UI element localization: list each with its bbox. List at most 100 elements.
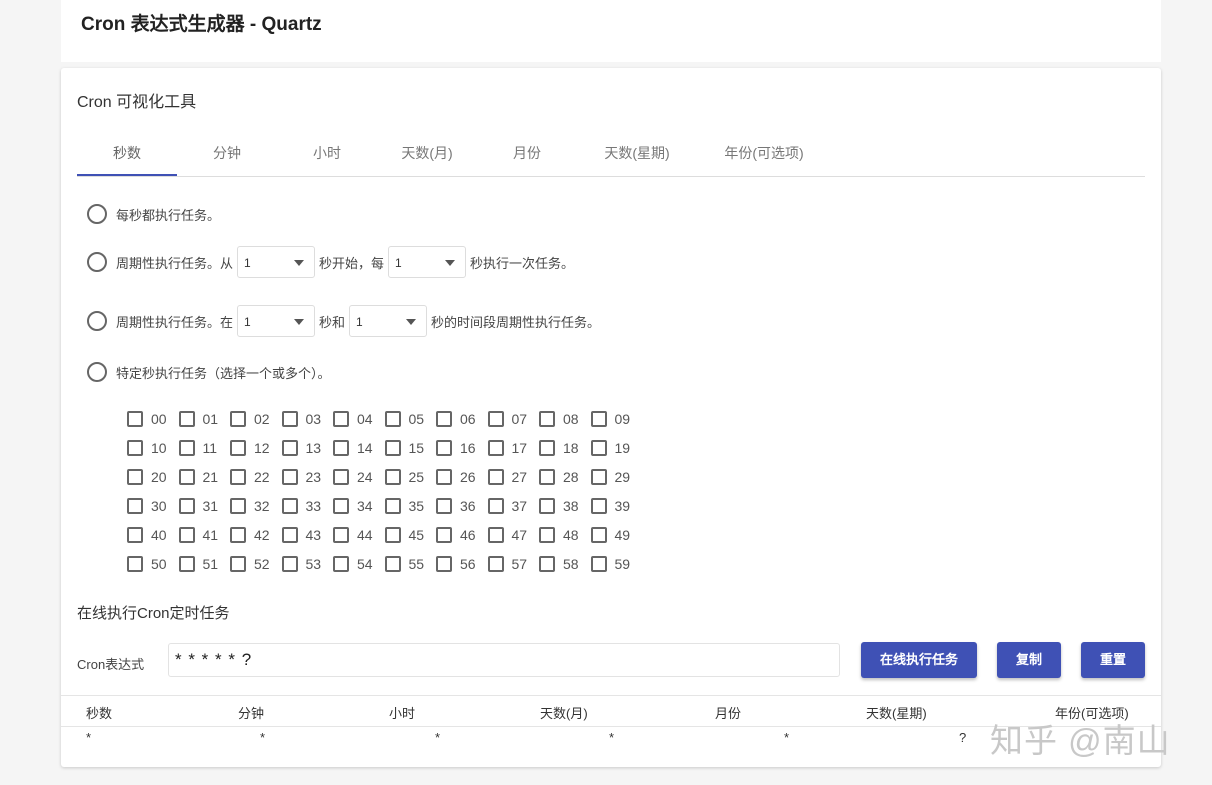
copy-button[interactable]: 复制: [997, 642, 1061, 678]
checkbox-square[interactable]: [333, 497, 349, 514]
second-checkbox-item[interactable]: 19: [590, 439, 643, 456]
checkbox-square[interactable]: [384, 439, 401, 456]
checkbox-square[interactable]: [333, 526, 349, 543]
second-checkbox-item[interactable]: 49: [590, 526, 643, 543]
second-checkbox-item[interactable]: 31: [178, 497, 231, 514]
second-checkbox-item[interactable]: 44: [333, 526, 385, 543]
cron-expression-input[interactable]: * * * * * ?: [168, 643, 840, 677]
checkbox-square[interactable]: [230, 497, 246, 514]
second-checkbox-item[interactable]: 13: [281, 439, 334, 456]
checkbox-square[interactable]: [539, 439, 555, 456]
cycle-interval-select[interactable]: 1: [388, 246, 467, 278]
second-checkbox-item[interactable]: 07: [487, 410, 540, 427]
checkbox-square[interactable]: [178, 468, 195, 485]
second-checkbox-item[interactable]: 20: [127, 468, 179, 485]
checkbox-square[interactable]: [178, 439, 195, 456]
checkbox-square[interactable]: [487, 526, 504, 543]
checkbox-square[interactable]: [590, 410, 607, 427]
second-checkbox-item[interactable]: 02: [230, 410, 282, 427]
checkbox-square[interactable]: [281, 468, 298, 485]
second-checkbox-item[interactable]: 38: [539, 497, 591, 514]
second-checkbox-item[interactable]: 04: [333, 410, 385, 427]
second-checkbox-item[interactable]: 10: [127, 439, 179, 456]
second-checkbox-item[interactable]: 59: [590, 555, 643, 572]
range-radio[interactable]: [87, 311, 107, 331]
tab-month[interactable]: 月份: [477, 134, 577, 176]
second-checkbox-item[interactable]: 46: [436, 526, 488, 543]
second-checkbox-item[interactable]: 01: [178, 410, 231, 427]
checkbox-square[interactable]: [384, 555, 401, 572]
cycle-radio[interactable]: [87, 252, 107, 272]
second-checkbox-item[interactable]: 24: [333, 468, 385, 485]
second-checkbox-item[interactable]: 28: [539, 468, 591, 485]
checkbox-square[interactable]: [333, 555, 349, 572]
checkbox-square[interactable]: [539, 497, 555, 514]
checkbox-square[interactable]: [178, 526, 195, 543]
run-online-button[interactable]: 在线执行任务: [861, 642, 977, 678]
second-checkbox-item[interactable]: 50: [127, 555, 179, 572]
checkbox-square[interactable]: [487, 410, 504, 427]
tab-day-of-month[interactable]: 天数(月): [377, 134, 477, 176]
second-checkbox-item[interactable]: 11: [178, 439, 231, 456]
second-checkbox-item[interactable]: 22: [230, 468, 282, 485]
checkbox-square[interactable]: [590, 497, 607, 514]
second-checkbox-item[interactable]: 15: [384, 439, 437, 456]
checkbox-square[interactable]: [539, 410, 555, 427]
tab-seconds[interactable]: 秒数: [77, 134, 177, 176]
tab-day-of-week[interactable]: 天数(星期): [587, 134, 687, 176]
second-checkbox-item[interactable]: 54: [333, 555, 385, 572]
second-checkbox-item[interactable]: 05: [384, 410, 437, 427]
checkbox-square[interactable]: [178, 555, 195, 572]
checkbox-square[interactable]: [281, 526, 298, 543]
second-checkbox-item[interactable]: 40: [127, 526, 179, 543]
checkbox-square[interactable]: [333, 468, 349, 485]
checkbox-square[interactable]: [487, 468, 504, 485]
checkbox-square[interactable]: [230, 468, 246, 485]
checkbox-square[interactable]: [590, 555, 607, 572]
second-checkbox-item[interactable]: 47: [487, 526, 540, 543]
second-checkbox-item[interactable]: 39: [590, 497, 643, 514]
checkbox-square[interactable]: [230, 439, 246, 456]
checkbox-square[interactable]: [281, 410, 298, 427]
every-second-radio[interactable]: [87, 204, 107, 224]
checkbox-square[interactable]: [127, 439, 143, 456]
second-checkbox-item[interactable]: 14: [333, 439, 385, 456]
second-checkbox-item[interactable]: 56: [436, 555, 488, 572]
second-checkbox-item[interactable]: 35: [384, 497, 437, 514]
second-checkbox-item[interactable]: 21: [178, 468, 231, 485]
second-checkbox-item[interactable]: 52: [230, 555, 282, 572]
checkbox-square[interactable]: [333, 410, 349, 427]
checkbox-square[interactable]: [127, 555, 143, 572]
second-checkbox-item[interactable]: 48: [539, 526, 591, 543]
second-checkbox-item[interactable]: 36: [436, 497, 488, 514]
second-checkbox-item[interactable]: 37: [487, 497, 540, 514]
second-checkbox-item[interactable]: 42: [230, 526, 282, 543]
checkbox-square[interactable]: [178, 410, 195, 427]
checkbox-square[interactable]: [384, 526, 401, 543]
checkbox-square[interactable]: [127, 526, 143, 543]
cycle-start-select[interactable]: 1: [237, 246, 316, 278]
checkbox-square[interactable]: [384, 410, 401, 427]
checkbox-square[interactable]: [590, 468, 607, 485]
tab-hours[interactable]: 小时: [277, 134, 377, 176]
checkbox-square[interactable]: [281, 555, 298, 572]
range-from-select[interactable]: 1: [237, 305, 316, 337]
second-checkbox-item[interactable]: 51: [178, 555, 231, 572]
second-checkbox-item[interactable]: 34: [333, 497, 385, 514]
checkbox-square[interactable]: [127, 468, 143, 485]
second-checkbox-item[interactable]: 12: [230, 439, 282, 456]
checkbox-square[interactable]: [127, 497, 143, 514]
checkbox-square[interactable]: [539, 526, 555, 543]
second-checkbox-item[interactable]: 53: [281, 555, 334, 572]
checkbox-square[interactable]: [436, 555, 452, 572]
second-checkbox-item[interactable]: 26: [436, 468, 488, 485]
checkbox-square[interactable]: [384, 497, 401, 514]
checkbox-square[interactable]: [590, 526, 607, 543]
tab-minutes[interactable]: 分钟: [177, 134, 277, 176]
range-to-select[interactable]: 1: [349, 305, 428, 337]
reset-button[interactable]: 重置: [1081, 642, 1145, 678]
checkbox-square[interactable]: [178, 497, 195, 514]
checkbox-square[interactable]: [487, 555, 504, 572]
second-checkbox-item[interactable]: 18: [539, 439, 591, 456]
second-checkbox-item[interactable]: 00: [127, 410, 179, 427]
